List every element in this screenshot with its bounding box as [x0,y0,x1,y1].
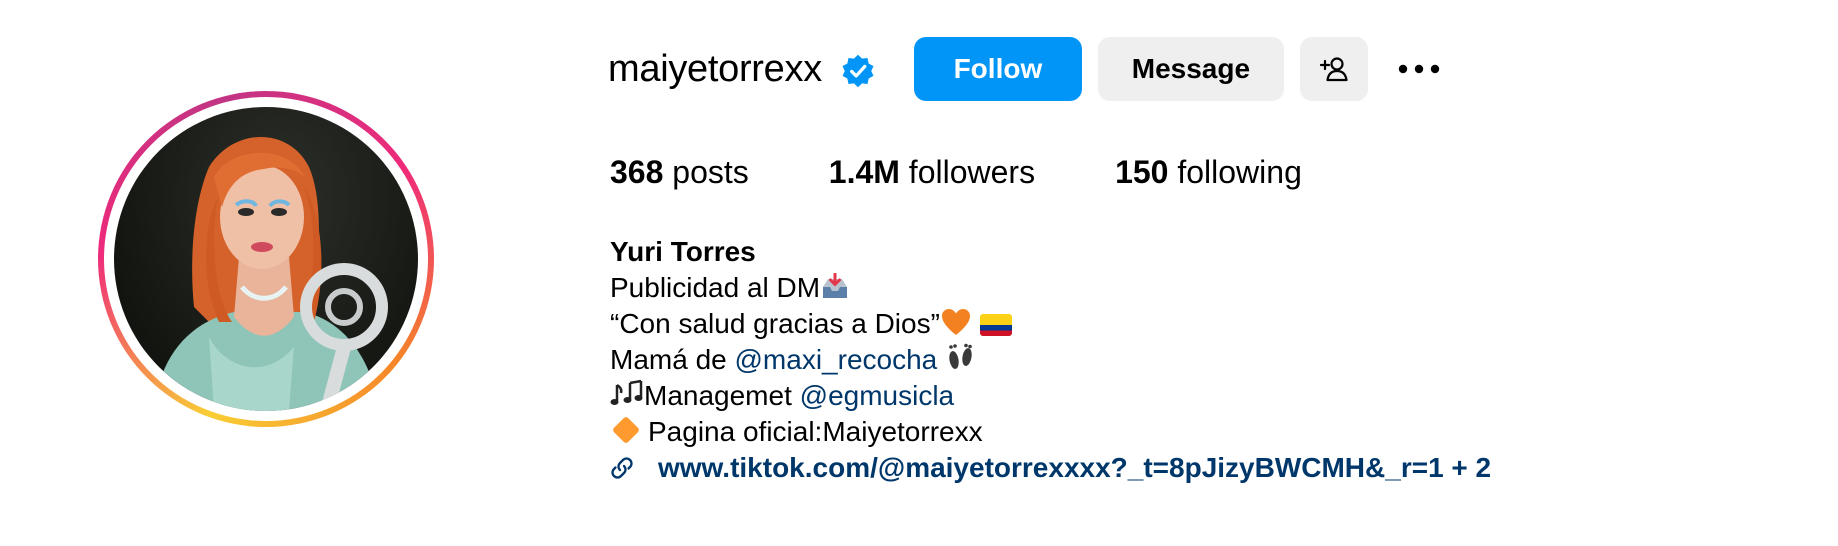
bio-line-5-text: Pagina oficial:Maiyetorrexx [648,416,983,447]
verified-badge-icon [842,54,874,88]
profile-bio: Yuri Torres Publicidad al DM “Con salud … [610,234,1491,486]
profile-avatar-ring[interactable] [98,91,434,427]
profile-header: maiyetorrexx Follow Message [608,36,1444,102]
add-person-icon [1319,57,1348,82]
avatar[interactable] [114,107,418,411]
bio-line-1-text: Publicidad al DM [610,272,821,303]
more-options-icon [1398,64,1440,74]
mention-link[interactable]: @egmusicla [800,380,954,411]
follow-button[interactable]: Follow [913,37,1082,101]
following-stat[interactable]: 150 following [1115,154,1302,191]
posts-count: 368 [610,154,664,190]
followers-count: 1.4M [828,154,900,190]
posts-stat: 368 posts [610,154,749,191]
bio-line-1: Publicidad al DM [610,270,1491,306]
following-label: following [1177,154,1302,190]
inbox-tray-icon [823,273,848,298]
bio-line-4-prefix: Managemet [644,380,800,411]
footprints-icon [949,343,972,369]
orange-heart-icon [941,309,970,335]
bio-line-5: Pagina oficial:Maiyetorrexx [610,414,1491,450]
suggest-accounts-button[interactable] [1299,37,1368,101]
followers-label: followers [908,154,1036,190]
more-options-button[interactable] [1394,49,1444,89]
bio-line-3-prefix: Mamá de [610,344,735,375]
profile-stats: 368 posts 1.4M followers 150 following [610,154,1302,191]
orange-diamond-icon [611,415,641,445]
message-button[interactable]: Message [1097,37,1284,101]
colombia-flag-icon [979,314,1012,336]
external-link[interactable]: www.tiktok.com/@maiyetorrexxxx?_t=8pJizy… [658,450,1491,486]
mention-link[interactable]: @maxi_recocha [735,344,938,375]
following-count: 150 [1115,154,1169,190]
followers-stat[interactable]: 1.4M followers [829,154,1035,191]
bio-line-2-text: “Con salud gracias a Dios” [610,308,940,339]
avatar-photo [154,137,388,411]
bio-link-row: www.tiktok.com/@maiyetorrexxxx?_t=8pJizy… [610,450,1491,486]
posts-label: posts [672,154,749,190]
bio-line-4: Managemet @egmusicla [610,378,1491,414]
musical-notes-icon [610,379,643,405]
display-name: Yuri Torres [610,236,756,267]
link-icon [611,457,633,479]
username: maiyetorrexx [608,47,822,90]
bio-line-2: “Con salud gracias a Dios” [610,306,1491,342]
bio-line-3: Mamá de @maxi_recocha [610,342,1491,378]
